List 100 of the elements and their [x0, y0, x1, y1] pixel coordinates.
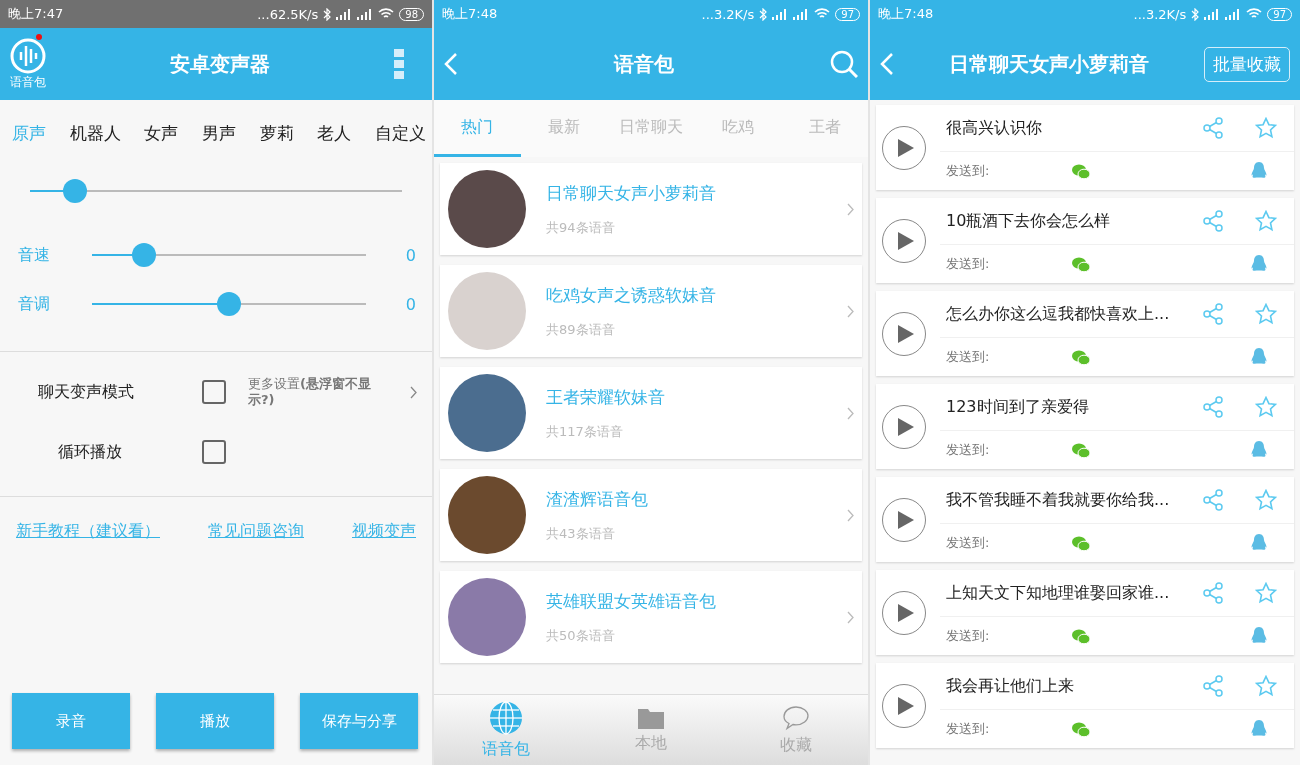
send-to-label: 发送到: [946, 162, 991, 180]
voice-tab[interactable]: 萝莉 [259, 120, 294, 147]
clip-title: 怎么办你这么逗我都快喜欢上... [946, 303, 1171, 325]
page-title: 语音包 [612, 50, 675, 78]
voice-tab[interactable]: 机器人 [69, 120, 121, 147]
nav-tab[interactable]: 语音包 [434, 695, 579, 765]
chevron-right-icon [847, 202, 854, 216]
checkbox[interactable] [202, 380, 226, 404]
action-button[interactable]: 录音 [12, 693, 130, 749]
slider-label: 音调 [18, 293, 51, 315]
search-icon[interactable] [830, 50, 858, 78]
chat-bubbles-icon[interactable] [1072, 535, 1090, 551]
penguin-icon[interactable] [1251, 162, 1267, 180]
nav-tab[interactable]: 本地 [578, 695, 724, 765]
pack-title: 日常聊天女声小萝莉音 [546, 181, 717, 205]
penguin-icon[interactable] [1251, 627, 1267, 645]
voice-pack-card[interactable]: 王者荣耀软妹音 共117条语音 [440, 367, 862, 459]
voice-pack-card[interactable]: 渣渣辉语音包 共43条语音 [440, 469, 862, 561]
signal-icon [357, 8, 374, 20]
voice-tab[interactable]: 原声 [12, 120, 46, 147]
star-icon[interactable] [1255, 582, 1277, 604]
slider-thumb[interactable] [62, 179, 87, 203]
pack-count: 共89条语音 [546, 320, 616, 339]
app-title: 安卓变声器 [169, 50, 271, 78]
voice-pack-card[interactable]: 英雄联盟女英雄语音包 共50条语音 [440, 571, 862, 663]
star-icon[interactable] [1255, 117, 1277, 139]
share-icon[interactable] [1202, 582, 1224, 604]
checkbox[interactable] [202, 440, 226, 464]
share-icon[interactable] [1202, 396, 1224, 418]
star-icon[interactable] [1255, 489, 1277, 511]
penguin-icon[interactable] [1251, 441, 1267, 459]
send-to-label: 发送到: [946, 534, 991, 552]
slider-thumb[interactable] [132, 243, 157, 267]
option-label: 聊天变声模式 [38, 381, 135, 403]
pack-title: 王者荣耀软妹音 [546, 385, 666, 409]
penguin-icon[interactable] [1251, 348, 1267, 366]
network-speed: ...62.5K/s [257, 6, 319, 22]
star-icon[interactable] [1255, 396, 1277, 418]
penguin-icon[interactable] [1251, 720, 1267, 738]
chat-bubbles-icon[interactable] [1072, 628, 1090, 644]
clip-title: 我会再让他们上来 [946, 675, 1075, 697]
star-icon[interactable] [1255, 210, 1277, 232]
star-icon[interactable] [1255, 675, 1277, 697]
voice-pack-button[interactable]: 语音包 [10, 37, 46, 91]
voice-tab[interactable]: 女声 [144, 120, 179, 147]
help-link[interactable]: 常见问题咨询 [208, 521, 304, 542]
voice-tab[interactable]: 男声 [201, 120, 236, 147]
back-icon[interactable] [444, 52, 458, 76]
play-icon [898, 696, 914, 715]
pack-title: 英雄联盟女英雄语音包 [546, 589, 717, 613]
send-to-label: 发送到: [946, 255, 991, 273]
star-icon[interactable] [1255, 303, 1277, 325]
penguin-icon[interactable] [1251, 255, 1267, 273]
voice-pack-card[interactable]: 日常聊天女声小萝莉音 共94条语音 [440, 163, 862, 255]
send-to-label: 发送到: [946, 441, 991, 459]
pack-count: 共117条语音 [546, 422, 624, 441]
penguin-icon[interactable] [1251, 534, 1267, 552]
chat-bubbles-icon[interactable] [1072, 442, 1090, 458]
voice-pack-card[interactable]: 吃鸡女声之诱惑软妹音 共89条语音 [440, 265, 862, 357]
help-link[interactable]: 视频变声 [352, 521, 416, 542]
category-tab[interactable]: 日常聊天 [607, 100, 695, 157]
more-menu-icon[interactable] [394, 49, 404, 79]
pack-count: 共50条语音 [546, 626, 616, 645]
batch-favorite-button[interactable]: 批量收藏 [1204, 46, 1290, 82]
status-time: 晚上7:48 [878, 5, 934, 23]
action-button[interactable]: 播放 [156, 693, 274, 749]
more-settings-link[interactable]: 更多设置(悬浮窗不显示?) [248, 376, 396, 408]
voice-slider[interactable] [30, 179, 402, 203]
chat-bubbles-icon[interactable] [1072, 163, 1090, 179]
help-link[interactable]: 新手教程（建议看） [16, 521, 160, 542]
voice-tab[interactable]: 老人 [317, 120, 352, 147]
chat-bubbles-icon[interactable] [1072, 721, 1090, 737]
slider-thumb[interactable] [217, 292, 241, 316]
chat-bubbles-icon[interactable] [1072, 256, 1090, 272]
chevron-right-icon [847, 508, 854, 522]
share-icon[interactable] [1202, 210, 1224, 232]
bluetooth-icon [323, 7, 332, 21]
nav-tab[interactable]: 收藏 [723, 695, 868, 765]
share-icon[interactable] [1202, 675, 1224, 697]
category-tab[interactable]: 吃鸡 [694, 100, 782, 157]
clip-title: 上知天文下知地理谁娶回家谁... [946, 582, 1171, 604]
category-tab[interactable]: 王者 [781, 100, 868, 157]
play-icon [898, 324, 914, 343]
action-button[interactable]: 保存与分享 [300, 693, 418, 749]
pack-title: 吃鸡女声之诱惑软妹音 [546, 283, 717, 307]
voice-tab[interactable]: 自定义 [374, 120, 426, 147]
share-icon[interactable] [1202, 489, 1224, 511]
back-icon[interactable] [880, 52, 894, 76]
share-icon[interactable] [1202, 117, 1224, 139]
folder-icon [638, 706, 664, 729]
slider[interactable] [92, 292, 366, 316]
slider[interactable] [92, 243, 366, 267]
clip-title: 123时间到了亲爱得 [946, 396, 1090, 418]
slider-value: 0 [404, 245, 416, 265]
share-icon[interactable] [1202, 303, 1224, 325]
category-tab[interactable]: 最新 [520, 100, 608, 157]
send-to-label: 发送到: [946, 627, 991, 645]
chat-bubbles-icon[interactable] [1072, 349, 1090, 365]
category-tab[interactable]: 热门 [434, 100, 521, 157]
slider-label: 音速 [18, 244, 51, 266]
